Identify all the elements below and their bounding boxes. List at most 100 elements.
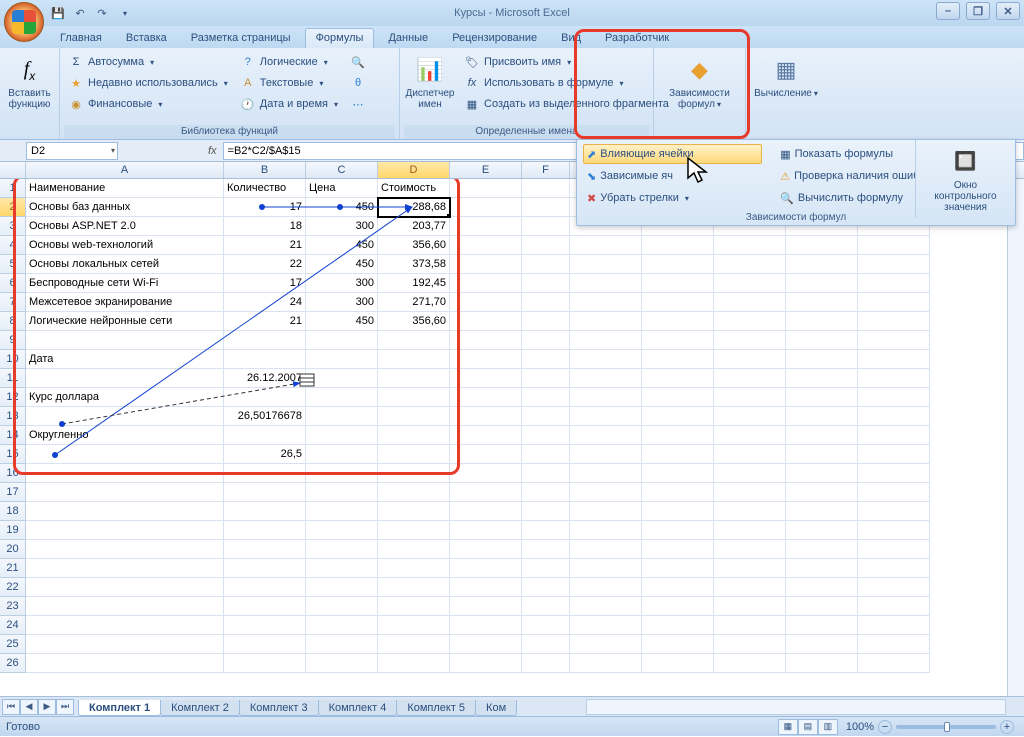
cell[interactable] bbox=[786, 236, 858, 255]
cell[interactable] bbox=[786, 445, 858, 464]
row-header[interactable]: 8 bbox=[0, 312, 26, 331]
cell[interactable] bbox=[26, 559, 224, 578]
cell[interactable] bbox=[786, 331, 858, 350]
cell[interactable] bbox=[642, 255, 714, 274]
cell[interactable]: Основы web-технологий bbox=[26, 236, 224, 255]
cell[interactable]: 450 bbox=[306, 312, 378, 331]
cell[interactable] bbox=[786, 464, 858, 483]
cell[interactable] bbox=[714, 578, 786, 597]
cell[interactable] bbox=[522, 407, 570, 426]
cell[interactable] bbox=[378, 407, 450, 426]
cell[interactable] bbox=[642, 654, 714, 673]
cell[interactable]: Стоимость bbox=[378, 179, 450, 198]
cell[interactable]: Межсетевое экранирование bbox=[26, 293, 224, 312]
cell[interactable] bbox=[714, 350, 786, 369]
cell[interactable] bbox=[714, 312, 786, 331]
cell[interactable]: 450 bbox=[306, 255, 378, 274]
cell[interactable] bbox=[224, 597, 306, 616]
cell[interactable] bbox=[224, 350, 306, 369]
cell[interactable] bbox=[26, 540, 224, 559]
cell[interactable] bbox=[642, 578, 714, 597]
cell[interactable] bbox=[224, 426, 306, 445]
row-header[interactable]: 10 bbox=[0, 350, 26, 369]
cell[interactable] bbox=[378, 616, 450, 635]
sheet-tab[interactable]: Комплект 2 bbox=[160, 700, 240, 716]
tab-developer[interactable]: Разработчик bbox=[595, 29, 679, 48]
cell[interactable] bbox=[378, 464, 450, 483]
use-in-formula-button[interactable]: fxИспользовать в формуле bbox=[460, 73, 673, 93]
cell[interactable] bbox=[306, 635, 378, 654]
cell[interactable] bbox=[642, 540, 714, 559]
row-header[interactable]: 14 bbox=[0, 426, 26, 445]
name-manager-button[interactable]: 📊 Диспетчер имен bbox=[404, 52, 456, 112]
cell[interactable] bbox=[714, 502, 786, 521]
cell[interactable] bbox=[786, 521, 858, 540]
cell[interactable] bbox=[522, 502, 570, 521]
datetime-button[interactable]: 🕐Дата и время bbox=[236, 94, 342, 114]
cell[interactable] bbox=[522, 635, 570, 654]
cell[interactable]: 356,60 bbox=[378, 312, 450, 331]
cell[interactable] bbox=[570, 350, 642, 369]
cell[interactable] bbox=[450, 483, 522, 502]
cell[interactable] bbox=[858, 483, 930, 502]
cell[interactable] bbox=[522, 654, 570, 673]
define-name-button[interactable]: 🏷Присвоить имя bbox=[460, 52, 673, 72]
cell[interactable] bbox=[450, 559, 522, 578]
cell[interactable] bbox=[786, 559, 858, 578]
cell[interactable] bbox=[450, 388, 522, 407]
tab-nav-last[interactable]: ⏭ bbox=[56, 699, 74, 715]
cell[interactable] bbox=[858, 293, 930, 312]
row-header[interactable]: 18 bbox=[0, 502, 26, 521]
cell[interactable] bbox=[858, 597, 930, 616]
cell[interactable] bbox=[522, 445, 570, 464]
cell[interactable] bbox=[450, 369, 522, 388]
cell[interactable] bbox=[26, 483, 224, 502]
cell[interactable] bbox=[26, 464, 224, 483]
tab-nav-prev[interactable]: ◀ bbox=[20, 699, 38, 715]
cell[interactable] bbox=[450, 616, 522, 635]
tab-view[interactable]: Вид bbox=[551, 29, 591, 48]
cell[interactable] bbox=[714, 236, 786, 255]
cell[interactable]: 300 bbox=[306, 217, 378, 236]
cell[interactable]: 21 bbox=[224, 236, 306, 255]
row-header[interactable]: 20 bbox=[0, 540, 26, 559]
cell[interactable] bbox=[450, 274, 522, 293]
cell[interactable] bbox=[642, 445, 714, 464]
cell[interactable] bbox=[450, 445, 522, 464]
cell[interactable] bbox=[642, 350, 714, 369]
cell[interactable] bbox=[642, 521, 714, 540]
cell[interactable] bbox=[570, 369, 642, 388]
cell[interactable] bbox=[714, 616, 786, 635]
cell[interactable] bbox=[570, 293, 642, 312]
cell[interactable] bbox=[714, 597, 786, 616]
cell[interactable] bbox=[714, 369, 786, 388]
cell[interactable] bbox=[570, 331, 642, 350]
cell[interactable] bbox=[306, 597, 378, 616]
cell[interactable] bbox=[786, 369, 858, 388]
cell[interactable] bbox=[450, 540, 522, 559]
cell[interactable] bbox=[522, 350, 570, 369]
cell[interactable] bbox=[786, 350, 858, 369]
cell[interactable] bbox=[858, 331, 930, 350]
cell[interactable]: Курс доллара bbox=[26, 388, 224, 407]
cell[interactable] bbox=[786, 312, 858, 331]
create-from-selection-button[interactable]: ▦Создать из выделенного фрагмента bbox=[460, 94, 673, 114]
cell[interactable]: 450 bbox=[306, 236, 378, 255]
undo-icon[interactable]: ↶ bbox=[72, 5, 88, 21]
cell[interactable]: 17 bbox=[224, 198, 306, 217]
cell[interactable] bbox=[224, 540, 306, 559]
cell[interactable] bbox=[26, 445, 224, 464]
zoom-level[interactable]: 100% bbox=[846, 721, 874, 733]
cell[interactable]: 450 bbox=[306, 198, 378, 217]
cell[interactable]: Цена bbox=[306, 179, 378, 198]
cell[interactable] bbox=[642, 236, 714, 255]
cell[interactable] bbox=[642, 464, 714, 483]
cell[interactable] bbox=[450, 179, 522, 198]
cell[interactable] bbox=[522, 578, 570, 597]
row-header[interactable]: 6 bbox=[0, 274, 26, 293]
cell[interactable] bbox=[522, 331, 570, 350]
remove-arrows-button[interactable]: ✖Убрать стрелки bbox=[583, 188, 762, 208]
row-header[interactable]: 24 bbox=[0, 616, 26, 635]
cell[interactable] bbox=[378, 521, 450, 540]
cell[interactable] bbox=[450, 198, 522, 217]
